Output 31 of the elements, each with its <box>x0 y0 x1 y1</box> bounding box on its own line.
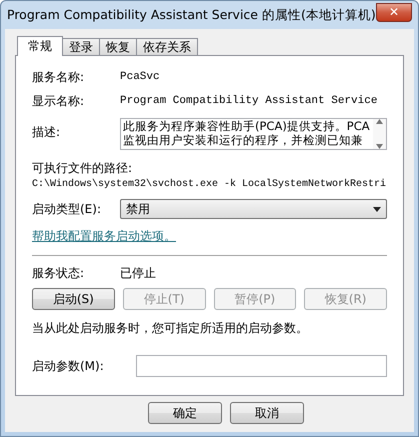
field-label: 启动参数(M): <box>32 358 105 374</box>
description-line: 监视由用户安装和运行的程序，并检测已知兼 <box>123 133 364 147</box>
parameters-field[interactable] <box>136 355 387 377</box>
tab[interactable]: 登录 <box>62 38 100 55</box>
cancel-button[interactable]: 取消 <box>230 402 304 424</box>
description-box[interactable]: 此服务为程序兼容性助手(PCA)提供支持。PCA 监视由用户安装和运行的程序，并检测已知兼 <box>120 118 387 150</box>
field-label: 显示名称: <box>32 92 86 110</box>
help-link[interactable]: 帮助我配置服务启动选项。 <box>32 228 176 245</box>
status-value: 已停止 <box>120 264 156 282</box>
field-label: 可执行文件的路径: <box>32 160 134 177</box>
field-label: 服务名称: <box>32 68 86 86</box>
field-label: 描述: <box>32 124 62 141</box>
field-label: 服务状态: <box>32 264 86 282</box>
ok-button[interactable]: 确定 <box>148 402 222 424</box>
field-label: 启动类型(E): <box>32 200 102 218</box>
window-title: Program Compatibility Assistant Service 的属性(本地计算机) <box>7 6 376 24</box>
start-button[interactable]: 启动(S) <box>32 288 115 310</box>
scroll-up-icon[interactable] <box>376 119 383 124</box>
description-line: 此服务为程序兼容性助手(PCA)提供支持。PCA <box>123 119 371 133</box>
scroll-down-icon[interactable] <box>376 144 383 149</box>
tab[interactable]: 依存关系 <box>136 38 198 55</box>
close-button[interactable]: ✕ <box>376 2 412 22</box>
hint-text: 当从此处启动服务时，您可指定所适用的启动参数。 <box>32 320 309 337</box>
field-value: Program Compatibility Assistant Service <box>120 95 378 107</box>
dropdown-arrow-icon[interactable] <box>373 206 381 212</box>
field-value: PcaSvc <box>120 71 160 83</box>
scrollbar[interactable] <box>373 119 386 149</box>
tab[interactable]: 常规 <box>17 36 63 56</box>
tab[interactable]: 恢复 <box>99 38 137 55</box>
startup-type-dropdown[interactable]: 禁用 <box>120 199 387 219</box>
path-value: C:\Windows\system32\svchost.exe -k LocalSystemNetworkRestri <box>32 179 387 190</box>
